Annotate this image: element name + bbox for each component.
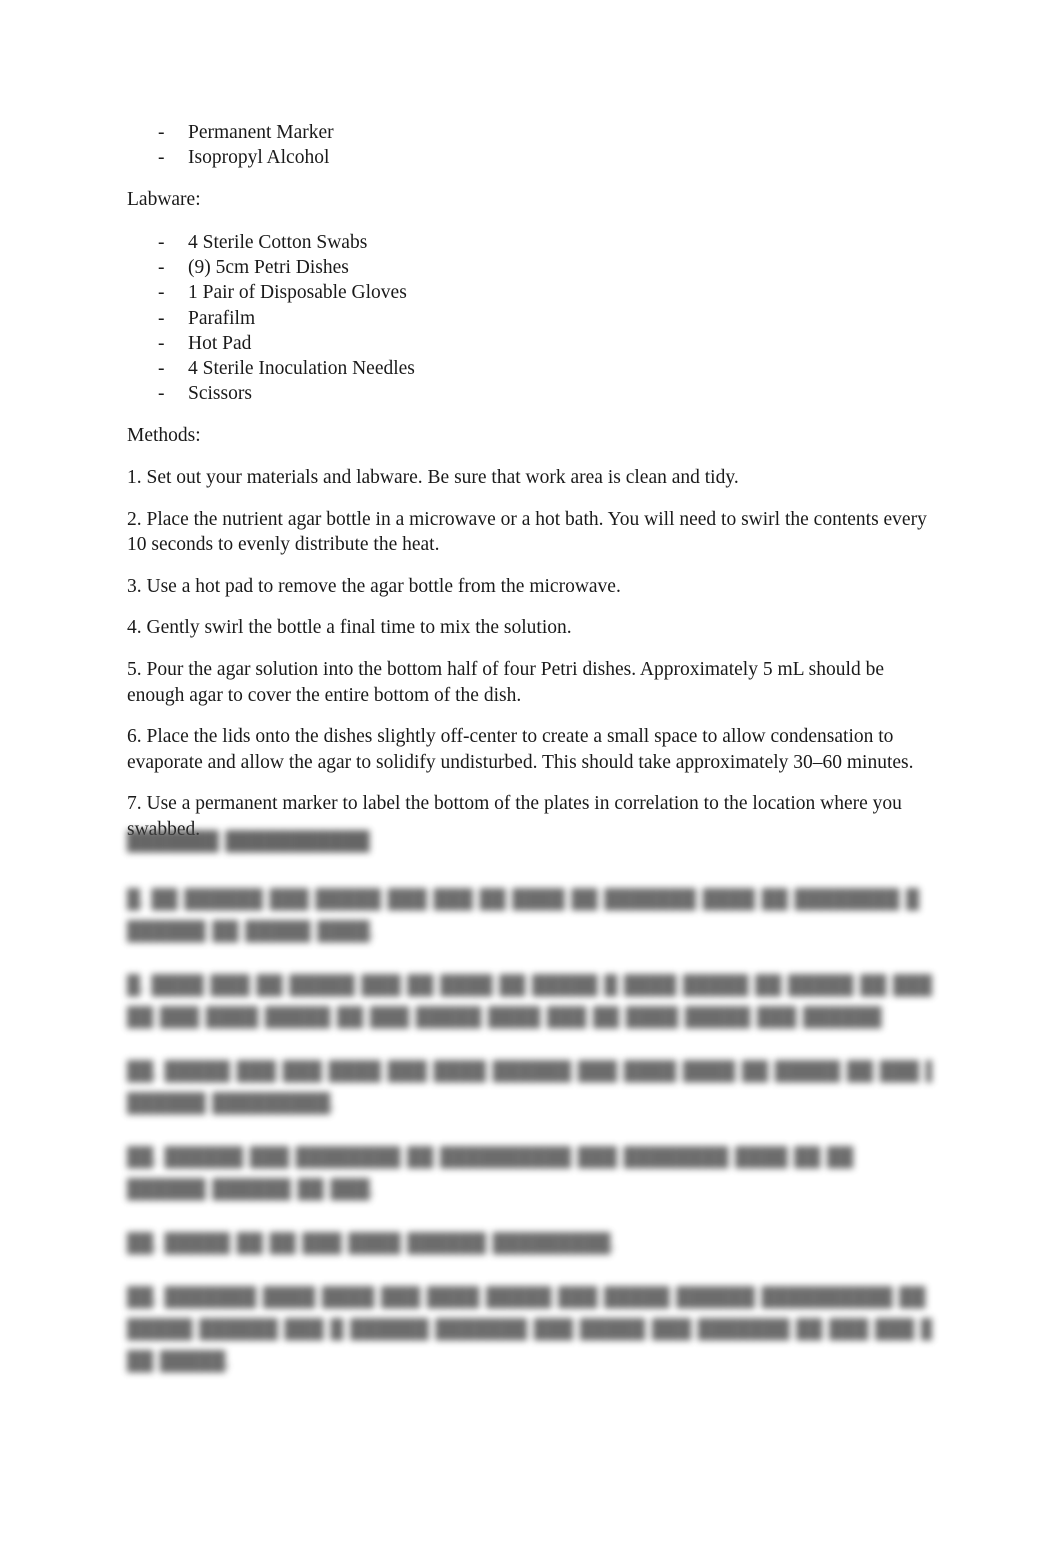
redacted-line: ███████ ███████████	[127, 832, 370, 852]
method-step-1: 1. Set out your materials and labware. B…	[127, 467, 739, 489]
list-item-label: Hot Pad	[188, 332, 252, 354]
list-dash-marker: -	[158, 282, 165, 304]
document-page: - Permanent Marker - Isopropyl Alcohol L…	[0, 0, 1062, 1561]
method-step-5: 5. Pour the agar solution into the botto…	[127, 658, 884, 706]
redacted-heading: ███████ ███████████	[127, 826, 932, 858]
redacted-line: ██. █████ ███ ███ ████ ███ ████ ██████ █…	[127, 1062, 932, 1082]
redacted-section: ███████ ███████████ █. ██ ██████ ███ ███…	[127, 826, 932, 1400]
redacted-paragraph: █. ████ ███ ██ █████ ███ ██ ████ ██ ████…	[127, 970, 932, 1034]
list-dash-marker: -	[158, 122, 165, 143]
list-item: - Isopropyl Alcohol	[127, 145, 932, 170]
redacted-line: ██ ███ ████ █████ ██ ███ █████ ████ ███ …	[127, 1008, 882, 1028]
list-item: - Hot Pad	[127, 331, 932, 356]
redacted-line: █████ ██████ ███ █ ██████ ███████ ███ ██…	[127, 1320, 932, 1340]
list-item-label: 4 Sterile Inoculation Needles	[188, 358, 415, 380]
list-item: - 4 Sterile Cotton Swabs	[127, 230, 932, 255]
list-dash-marker: -	[158, 307, 165, 329]
materials-list-continued: - Permanent Marker - Isopropyl Alcohol	[127, 120, 932, 170]
list-item: - (9) 5cm Petri Dishes	[127, 255, 932, 280]
redacted-line: ██. ██████ ███ ████████ ██ ██████████ ██…	[127, 1148, 854, 1168]
redacted-paragraph: ██. █████ ███ ███ ████ ███ ████ ██████ █…	[127, 1056, 932, 1120]
redacted-paragraph: ██. █████ ██ ██ ███ ████ ██████ ████████…	[127, 1228, 932, 1260]
list-item-label: Permanent Marker	[188, 122, 334, 143]
method-step-4: 4. Gently swirl the bottle a final time …	[127, 617, 572, 639]
list-dash-marker: -	[158, 332, 165, 354]
redacted-line: █. ████ ███ ██ █████ ███ ██ ████ ██ ████…	[127, 976, 932, 996]
list-item-label: 1 Pair of Disposable Gloves	[188, 282, 407, 304]
list-dash-marker: -	[158, 383, 165, 405]
redacted-paragraph: █. ██ ██████ ███ █████ ███ ███ ██ ████ █…	[127, 884, 932, 948]
list-dash-marker: -	[158, 358, 165, 380]
list-item-label: (9) 5cm Petri Dishes	[188, 257, 349, 279]
method-step-3: 3. Use a hot pad to remove the agar bott…	[127, 575, 621, 597]
redacted-paragraph: ██. ███████ ████ ████ ███ ████ █████ ███…	[127, 1282, 932, 1378]
list-dash-marker: -	[158, 147, 165, 169]
list-dash-marker: -	[158, 232, 165, 253]
redacted-line: ██████ █████████.	[127, 1094, 335, 1114]
list-dash-marker: -	[158, 257, 165, 279]
labware-heading: Labware:	[127, 189, 201, 211]
list-item: - Scissors	[127, 381, 932, 406]
method-step-2: 2. Place the nutrient agar bottle in a m…	[127, 508, 927, 556]
list-item-label: Isopropyl Alcohol	[188, 147, 330, 169]
method-step-6: 6. Place the lids onto the dishes slight…	[127, 726, 914, 773]
list-item: - 4 Sterile Inoculation Needles	[127, 356, 932, 381]
labware-list: - 4 Sterile Cotton Swabs - (9) 5cm Petri…	[127, 230, 932, 406]
list-item: - 1 Pair of Disposable Gloves	[127, 280, 932, 305]
redacted-line: ██ █████.	[127, 1352, 231, 1372]
list-item-label: Parafilm	[188, 307, 256, 329]
redacted-line: ██████ ██████ ██ ███.	[127, 1180, 375, 1200]
list-item: - Parafilm	[127, 306, 932, 331]
redacted-line: █. ██ ██████ ███ █████ ███ ███ ██ ████ █…	[127, 890, 920, 910]
document-content: - Permanent Marker - Isopropyl Alcohol L…	[127, 120, 932, 843]
redacted-paragraph: ██. ██████ ███ ████████ ██ ██████████ ██…	[127, 1142, 932, 1206]
redacted-line: ██. █████ ██ ██ ███ ████ ██████ ████████…	[127, 1234, 616, 1254]
list-item: - Permanent Marker	[127, 120, 932, 145]
redacted-blur-wrapper: ███████ ███████████ █. ██ ██████ ███ ███…	[127, 826, 932, 1378]
redacted-line: ██. ███████ ████ ████ ███ ████ █████ ███…	[127, 1288, 932, 1308]
list-item-label: 4 Sterile Cotton Swabs	[188, 232, 368, 253]
list-item-label: Scissors	[188, 383, 252, 405]
redacted-line: ██████ ██ █████ ████.	[127, 922, 375, 942]
methods-heading: Methods:	[127, 425, 201, 447]
